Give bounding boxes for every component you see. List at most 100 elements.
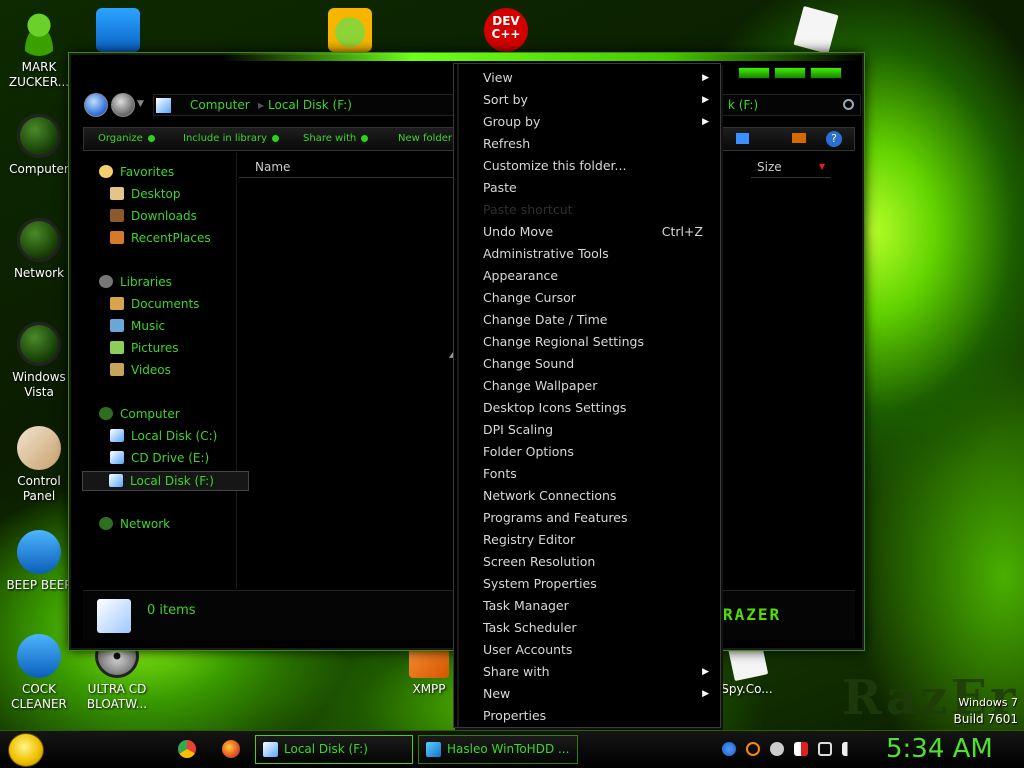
title-glow [221, 53, 861, 61]
share-with-button[interactable]: Share with [303, 133, 369, 144]
breadcrumb-local-disk[interactable]: Local Disk (F:) [268, 98, 352, 112]
menu-item-change-cursor[interactable]: Change Cursor [483, 287, 709, 309]
menu-item-label: Programs and Features [483, 510, 628, 525]
address-bar[interactable]: Computer ▸ Local Disk (F:) [153, 94, 463, 116]
desktop-icon-control-panel[interactable]: Control Panel [0, 426, 78, 504]
desktop-icon-network[interactable]: Network [0, 218, 78, 281]
recent-pages-dropdown[interactable]: ▼ [137, 99, 144, 109]
nav-network[interactable]: Network [99, 517, 170, 531]
nav-videos[interactable]: Videos [110, 363, 171, 377]
menu-item-change-date-time[interactable]: Change Date / Time [483, 309, 709, 331]
menu-item-task-manager[interactable]: Task Manager [483, 595, 709, 617]
breadcrumb-computer[interactable]: Computer [190, 98, 250, 112]
close-button[interactable] [810, 67, 842, 79]
desktop-icon-label: ULTRA CD BLOATW... [86, 682, 148, 711]
menu-item-view[interactable]: View ▶ [483, 67, 709, 89]
nav-cd-drive-e[interactable]: CD Drive (E:) [110, 451, 209, 465]
paper-icon[interactable] [793, 6, 839, 54]
nav-downloads[interactable]: Downloads [110, 209, 197, 223]
taskbar-task-wintohdd[interactable]: Hasleo WinToHDD ... [418, 735, 578, 764]
devcpp-icon[interactable]: DEV C++ [484, 8, 528, 52]
nav-recentplaces[interactable]: RecentPlaces [110, 231, 211, 245]
menu-item-sort-by[interactable]: Sort by ▶ [483, 89, 709, 111]
menu-item-change-sound[interactable]: Change Sound [483, 353, 709, 375]
preview-pane-icon[interactable] [792, 133, 806, 143]
nav-computer[interactable]: Computer [99, 407, 180, 421]
windows-store-icon[interactable] [96, 8, 140, 52]
desktop-icon-label: Control Panel [17, 474, 61, 503]
clock[interactable]: 5:34 AM [886, 734, 993, 764]
menu-item-paste[interactable]: Paste [483, 177, 709, 199]
help-icon[interactable]: ? [826, 131, 842, 147]
desktop-icon-beep[interactable]: BEEP BEEP [0, 530, 78, 593]
include-in-library-button[interactable]: Include in library [183, 133, 280, 144]
menu-item-administrative-tools[interactable]: Administrative Tools [483, 243, 709, 265]
search-box[interactable]: k (F:) [721, 94, 861, 116]
nav-music[interactable]: Music [110, 319, 165, 333]
os-name: Windows 7 [958, 696, 1018, 709]
menu-item-new[interactable]: New ▶ [483, 683, 709, 705]
menu-item-change-regional-settings[interactable]: Change Regional Settings [483, 331, 709, 353]
desktop-icon-cleaner[interactable]: COCK CLEANER [0, 634, 78, 712]
minus-icon[interactable] [770, 742, 784, 756]
minimize-button[interactable] [738, 67, 770, 79]
menu-item-group-by[interactable]: Group by ▶ [483, 111, 709, 133]
monitor-icon[interactable] [818, 742, 832, 756]
new-folder-button[interactable]: New folder [398, 133, 452, 144]
flag-icon[interactable] [794, 742, 808, 756]
computer-icon [99, 407, 113, 420]
pictures-icon [110, 341, 124, 354]
chrome-icon[interactable] [178, 740, 196, 758]
volume-icon[interactable] [842, 742, 856, 756]
menu-item-registry-editor[interactable]: Registry Editor [483, 529, 709, 551]
nav-favorites[interactable]: Favorites [99, 165, 174, 179]
nav-libraries[interactable]: Libraries [99, 275, 172, 289]
view-options-icon[interactable] [736, 133, 749, 144]
menu-item-desktop-icons-settings[interactable]: Desktop Icons Settings [483, 397, 709, 419]
menu-item-folder-options[interactable]: Folder Options [483, 441, 709, 463]
menu-item-label: Folder Options [483, 444, 574, 459]
menu-item-dpi-scaling[interactable]: DPI Scaling [483, 419, 709, 441]
firefox-icon[interactable] [222, 740, 240, 758]
menu-item-user-accounts[interactable]: User Accounts [483, 639, 709, 661]
menu-item-label: Registry Editor [483, 532, 576, 547]
back-button[interactable] [84, 93, 108, 117]
nav-local-disk-c[interactable]: Local Disk (C:) [110, 429, 217, 443]
menu-item-share-with[interactable]: Share with ▶ [483, 661, 709, 683]
menu-item-label: Sort by [483, 92, 528, 107]
menu-item-network-connections[interactable]: Network Connections [483, 485, 709, 507]
menu-item-undo-move[interactable]: Undo Move Ctrl+Z [483, 221, 709, 243]
search-icon[interactable] [843, 99, 854, 110]
menu-item-customize-this-folder[interactable]: Customize this folder... [483, 155, 709, 177]
angry-birds-icon[interactable] [328, 8, 372, 52]
maximize-button[interactable] [774, 67, 806, 79]
submenu-arrow-icon: ▶ [702, 95, 709, 105]
menu-item-refresh[interactable]: Refresh [483, 133, 709, 155]
menu-item-properties[interactable]: Properties [483, 705, 709, 727]
column-header-size[interactable]: Size ▼ [751, 156, 831, 178]
menu-item-screen-resolution[interactable]: Screen Resolution [483, 551, 709, 573]
menu-item-fonts[interactable]: Fonts [483, 463, 709, 485]
menu-item-appearance[interactable]: Appearance [483, 265, 709, 287]
desktop-icon-computer[interactable]: Computer [0, 114, 78, 177]
menu-item-label: Administrative Tools [483, 246, 609, 261]
nav-pictures[interactable]: Pictures [110, 341, 179, 355]
network-globe-icon[interactable] [722, 742, 736, 756]
forward-button[interactable] [111, 93, 135, 117]
menu-item-change-wallpaper[interactable]: Change Wallpaper [483, 375, 709, 397]
nav-local-disk-f[interactable]: Local Disk (F:) [82, 471, 249, 491]
organize-button[interactable]: Organize [98, 133, 155, 144]
nav-desktop[interactable]: Desktop [110, 187, 181, 201]
taskbar-task-local-disk[interactable]: Local Disk (F:) [255, 735, 413, 764]
nav-documents[interactable]: Documents [110, 297, 199, 311]
desktop-icon-label: Network [13, 266, 65, 280]
menu-item-task-scheduler[interactable]: Task Scheduler [483, 617, 709, 639]
menu-item-programs-and-features[interactable]: Programs and Features [483, 507, 709, 529]
desktop-icon-mark[interactable]: MARK ZUCKER... [0, 12, 78, 90]
menu-item-system-properties[interactable]: System Properties [483, 573, 709, 595]
column-header-name[interactable]: Name [239, 156, 455, 178]
search-icon[interactable] [746, 742, 760, 756]
start-button[interactable] [8, 733, 44, 767]
desktop-icon-recycle[interactable]: Windows Vista [0, 322, 78, 400]
os-build: Build 7601 [953, 712, 1018, 726]
